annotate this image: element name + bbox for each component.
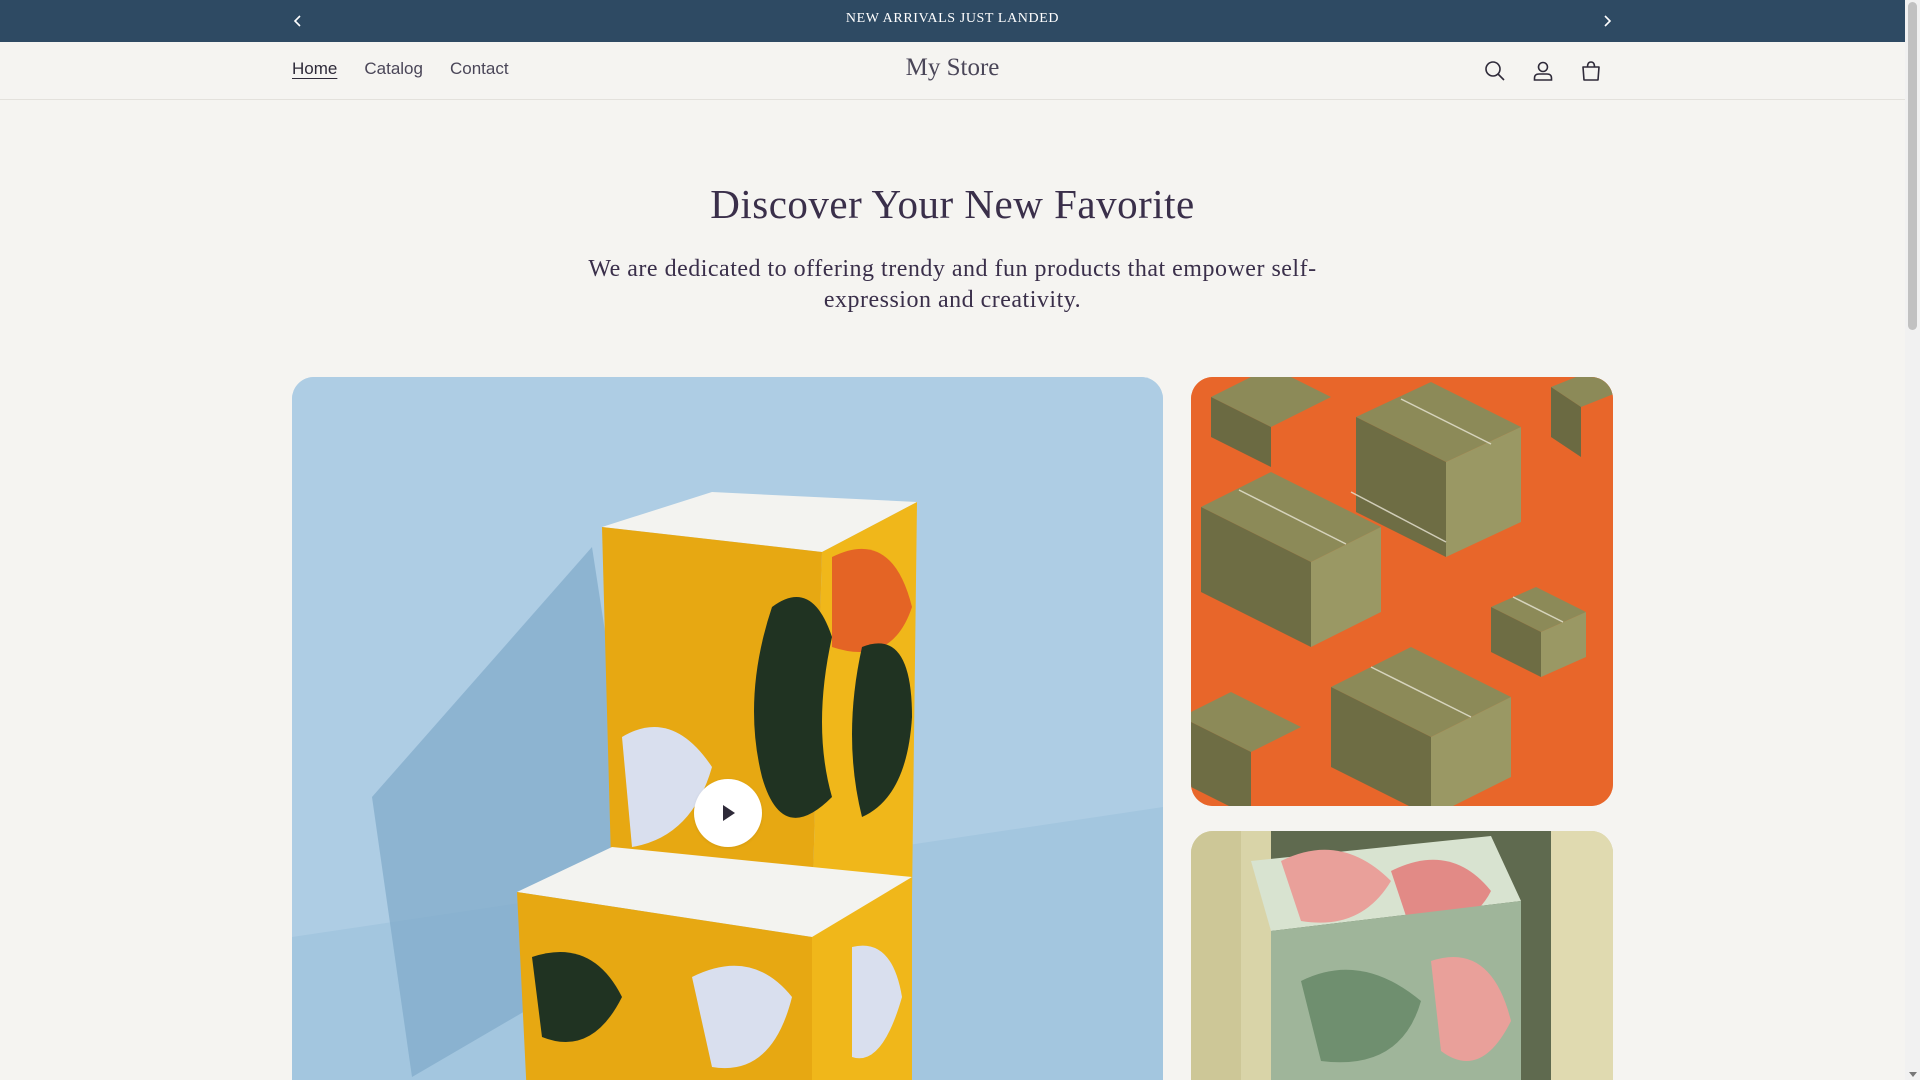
play-icon [723,805,735,821]
site-header: Home Catalog Contact My Store [0,42,1905,100]
page-scrollbar[interactable] [1905,0,1920,1080]
account-icon[interactable] [1528,56,1558,86]
pastel-box-image [1191,831,1613,1080]
cart-icon[interactable] [1576,56,1606,86]
play-button[interactable] [694,779,762,847]
search-icon[interactable] [1480,56,1510,86]
announcement-bar: NEW ARRIVALS JUST LANDED [0,0,1905,42]
hero-title: Discover Your New Favorite [710,181,1195,227]
video-thumbnail[interactable] [292,377,1163,1080]
scrollbar-thumb[interactable] [1908,2,1917,330]
header-icons [1480,56,1606,86]
hero-section: Discover Your New Favorite We are dedica… [0,180,1905,316]
hero-subtitle: We are dedicated to offering trendy and … [588,256,1317,313]
scroll-down-arrow-icon[interactable] [1909,1072,1917,1077]
announcement-text: NEW ARRIVALS JUST LANDED [845,11,1060,26]
chevron-right-icon[interactable] [1596,10,1618,32]
store-logo[interactable]: My Store [0,54,1905,82]
gift-boxes-image [1191,377,1613,806]
